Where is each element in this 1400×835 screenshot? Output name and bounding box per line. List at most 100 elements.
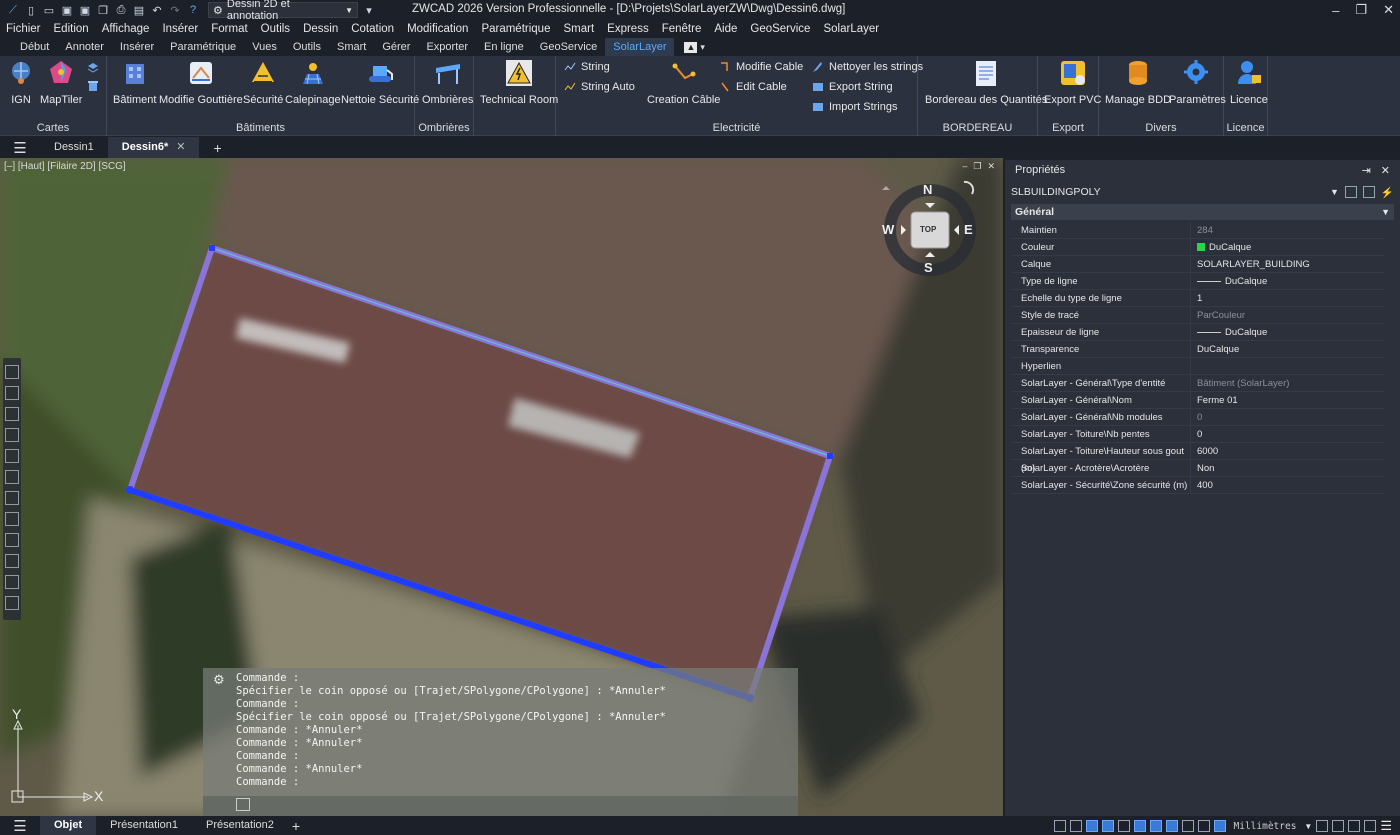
ribbon-tab-6[interactable]: Smart [329,38,374,56]
tab-presentation2[interactable]: Présentation2 [192,816,288,835]
ribbon-tab-4[interactable]: Vues [244,38,285,56]
section-general[interactable]: Général ▼ [1011,204,1394,220]
import-strings-button[interactable]: Import Strings [812,101,897,113]
close-tab-icon[interactable]: ✕ [176,141,185,153]
menu-item-3[interactable]: Insérer [162,23,198,35]
ribbon-toggle[interactable]: ▲ ▾ [684,41,705,53]
customize-menu-icon[interactable]: ☰ [1380,818,1392,834]
quick-select-icon[interactable]: ⚡ [1381,186,1394,199]
property-value[interactable]: 400 [1191,477,1385,493]
menu-item-2[interactable]: Affichage [102,23,150,35]
property-row[interactable]: SolarLayer - Toiture\Hauteur sous gout (… [1011,443,1385,474]
menu-item-7[interactable]: Cotation [351,23,394,35]
property-value[interactable]: DuCalque [1191,324,1385,340]
ribbon-tab-11[interactable]: SolarLayer [605,38,675,56]
property-value[interactable]: 6000 [1191,443,1385,459]
tab-dessin6[interactable]: Dessin6* ✕ [107,137,200,158]
object-type-select[interactable]: SLBUILDINGPOLY ▼ ⚡ [1011,183,1394,201]
property-row[interactable]: Type de ligne DuCalque [1011,273,1385,290]
calepinage-button[interactable]: Calepinage [285,58,341,106]
menu-item-13[interactable]: Aide [714,23,737,35]
ribbon-tab-2[interactable]: Insérer [112,38,162,56]
menu-item-15[interactable]: SolarLayer [823,23,879,35]
tool-dimension-icon[interactable] [5,428,19,442]
ribbon-tab-0[interactable]: Début [12,38,57,56]
restore-icon[interactable]: ❐ [973,161,981,172]
save-as-icon[interactable]: ▣ [78,3,92,17]
tool-select-icon[interactable] [5,449,19,463]
lineweight-icon[interactable] [1149,820,1162,832]
tool-measure-icon[interactable] [5,575,19,589]
osnap-icon[interactable] [1085,820,1098,832]
menu-item-11[interactable]: Express [607,23,649,35]
tool-edit-icon[interactable] [5,386,19,400]
property-value[interactable]: DuCalque [1191,239,1385,255]
property-value[interactable]: DuCalque [1191,341,1385,357]
ribbon-tab-9[interactable]: En ligne [476,38,532,56]
copy-icon[interactable]: ❐ [96,3,110,17]
maptiler-button[interactable]: MapTiler [40,58,82,106]
layers-button[interactable] [87,62,99,74]
nettoie-securite-button[interactable]: Nettoie Sécurité [341,58,419,106]
tool-view-icon[interactable] [5,554,19,568]
property-value[interactable] [1191,358,1385,374]
menu-item-9[interactable]: Paramétrique [481,23,550,35]
menu-item-0[interactable]: Fichier [6,23,41,35]
property-value[interactable]: Non [1191,460,1385,476]
minimize-ribbon-icon[interactable]: ▲ [684,41,698,53]
viewcube-top-face[interactable]: TOP [920,225,936,234]
property-row[interactable]: SolarLayer - Général\Nb modules 0 [1011,409,1385,426]
property-row[interactable]: SolarLayer - Général\Type d'entité Bâtime… [1011,375,1385,392]
menu-item-5[interactable]: Outils [261,23,290,35]
property-value[interactable]: SOLARLAYER_BUILDING [1191,256,1385,272]
batiment-button[interactable]: Bâtiment [113,58,156,106]
print-icon[interactable]: ⎙ [114,3,128,17]
transparency-icon[interactable] [1165,820,1178,832]
chevron-down-icon[interactable]: ▾ [700,42,705,53]
minimize-icon[interactable]: – [1332,3,1339,18]
help-icon[interactable]: ? [186,3,200,17]
minimize-icon[interactable]: – [962,161,967,172]
open-folder-icon[interactable]: ▭ [42,3,56,17]
tool-block-icon[interactable] [5,470,19,484]
close-icon[interactable]: ✕ [987,161,995,172]
menu-item-4[interactable]: Format [211,23,247,35]
string-auto-button[interactable]: String Auto [564,81,635,93]
property-row[interactable]: Maintien 284 [1011,222,1385,239]
tab-model[interactable]: Objet [40,816,97,835]
tool-list-icon[interactable] [5,407,19,421]
pin-icon[interactable]: ⇥ [1362,164,1371,177]
polar-icon[interactable] [1069,820,1082,832]
menu-item-8[interactable]: Modification [407,23,468,35]
property-value[interactable]: Ferme 01 [1191,392,1385,408]
trash-map-button[interactable] [87,80,99,92]
units-icon[interactable] [1213,820,1226,832]
property-row[interactable]: SolarLayer - Sécurité\Zone sécurité (m) 4… [1011,477,1385,494]
menu-item-10[interactable]: Smart [563,23,594,35]
property-row[interactable]: Transparence DuCalque [1011,341,1385,358]
property-value[interactable]: 0 [1191,409,1385,425]
menu-item-1[interactable]: Edition [54,23,89,35]
property-row[interactable]: SolarLayer - Général\Nom Ferme 01 [1011,392,1385,409]
select-objects-icon[interactable] [1362,186,1375,198]
customize-qa-icon[interactable]: ▾ [362,3,376,17]
edit-cable-button[interactable]: Edit Cable [719,81,787,93]
workspace-select[interactable]: ⚙ Dessin 2D et annotation ▼ [208,0,358,22]
menu-item-12[interactable]: Fenêtre [662,23,702,35]
ribbon-tab-8[interactable]: Exporter [418,38,476,56]
drawing-viewport[interactable]: [–] [Haut] [Filaire 2D] [SCG] – ❐ ✕ N S … [0,158,1003,816]
maximize-icon[interactable]: ❐ [1355,2,1367,18]
property-row[interactable]: Echelle du type de ligne 1 [1011,290,1385,307]
tool-image-icon[interactable] [5,533,19,547]
command-history-icon[interactable] [236,798,250,811]
ribbon-tab-10[interactable]: GeoService [532,38,605,56]
annotation-visibility-icon[interactable] [1316,820,1329,832]
menu-icon[interactable]: ☰ [0,817,40,835]
menu-item-6[interactable]: Dessin [303,23,338,35]
annotation-scale-icon[interactable] [1197,820,1210,832]
tab-dessin1[interactable]: Dessin1 [40,137,108,158]
ribbon-tab-7[interactable]: Gérer [374,38,418,56]
dyn-ucs-icon[interactable] [1117,820,1130,832]
export-pvc-button[interactable]: Export PVC [1044,58,1101,106]
creation-cable-button[interactable]: Creation Câble [647,58,720,106]
